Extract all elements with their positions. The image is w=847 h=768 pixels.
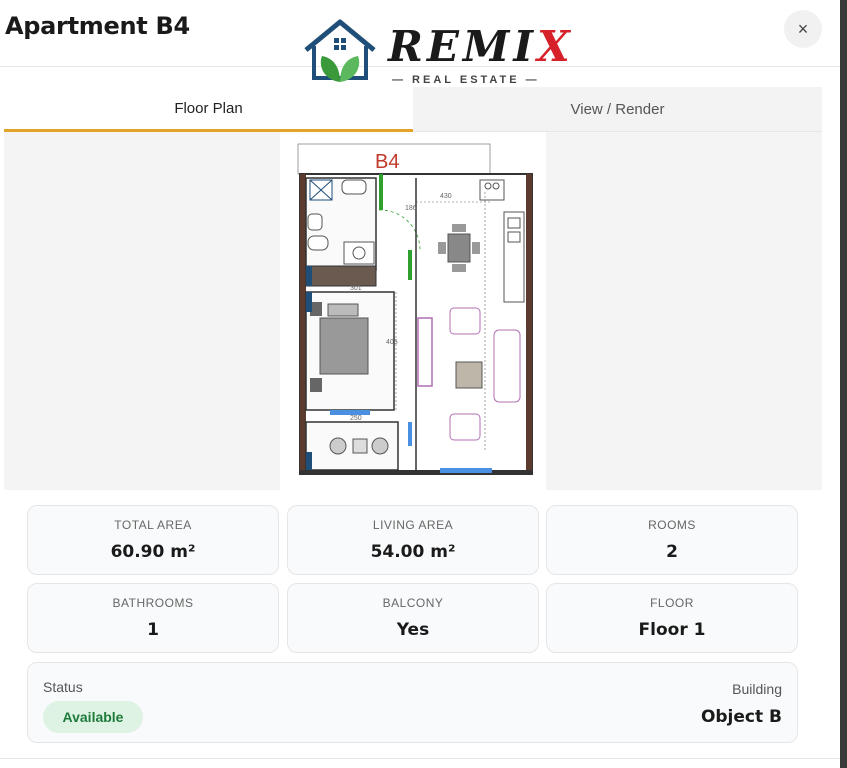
stat-rooms: ROOMS 2	[546, 505, 798, 575]
close-button[interactable]: ×	[784, 10, 822, 48]
background-strip	[840, 0, 847, 768]
svg-text:250: 250	[350, 415, 362, 422]
tab-view-render[interactable]: View / Render	[413, 87, 822, 132]
status-badge: Available	[43, 701, 143, 733]
status-label: Status	[43, 679, 83, 695]
tab-floor-plan[interactable]: Floor Plan	[4, 87, 413, 132]
svg-text:405: 405	[386, 339, 398, 346]
building-value: Object B	[700, 707, 782, 727]
plan-unit-label: B4	[375, 151, 399, 173]
svg-text:186: 186	[405, 205, 417, 212]
stat-bathrooms: BATHROOMS 1	[27, 583, 279, 653]
modal-header: Apartment B4 REMIX — REAL ESTATE — ×	[0, 0, 840, 86]
stat-total-area: TOTAL AREA 60.90 m²	[27, 505, 279, 575]
svg-text:430: 430	[440, 193, 452, 200]
tab-bar: Floor Plan View / Render	[4, 87, 822, 132]
status-card: Status Available Building Object B	[27, 662, 798, 743]
close-icon: ×	[797, 18, 809, 39]
floor-plan-viewer: B4 430 186 301 405 250	[4, 132, 822, 490]
divider	[0, 758, 840, 759]
stat-floor: FLOOR Floor 1	[546, 583, 798, 653]
house-leaf-icon	[304, 19, 376, 82]
building-label: Building	[732, 681, 782, 697]
apartment-modal: Apartment B4 REMIX — REAL ESTATE — × Flo…	[0, 0, 840, 768]
stat-balcony: BALCONY Yes	[287, 583, 539, 653]
logo-subtitle: — REAL ESTATE —	[392, 74, 540, 86]
remix-logo: REMIX — REAL ESTATE —	[300, 18, 570, 90]
floor-plan-image: B4 430 186 301 405 250	[280, 132, 546, 490]
logo-wordmark: REMIX	[388, 22, 574, 71]
stat-living-area: LIVING AREA 54.00 m²	[287, 505, 539, 575]
page-title: Apartment B4	[5, 12, 190, 40]
svg-text:301: 301	[350, 285, 362, 292]
